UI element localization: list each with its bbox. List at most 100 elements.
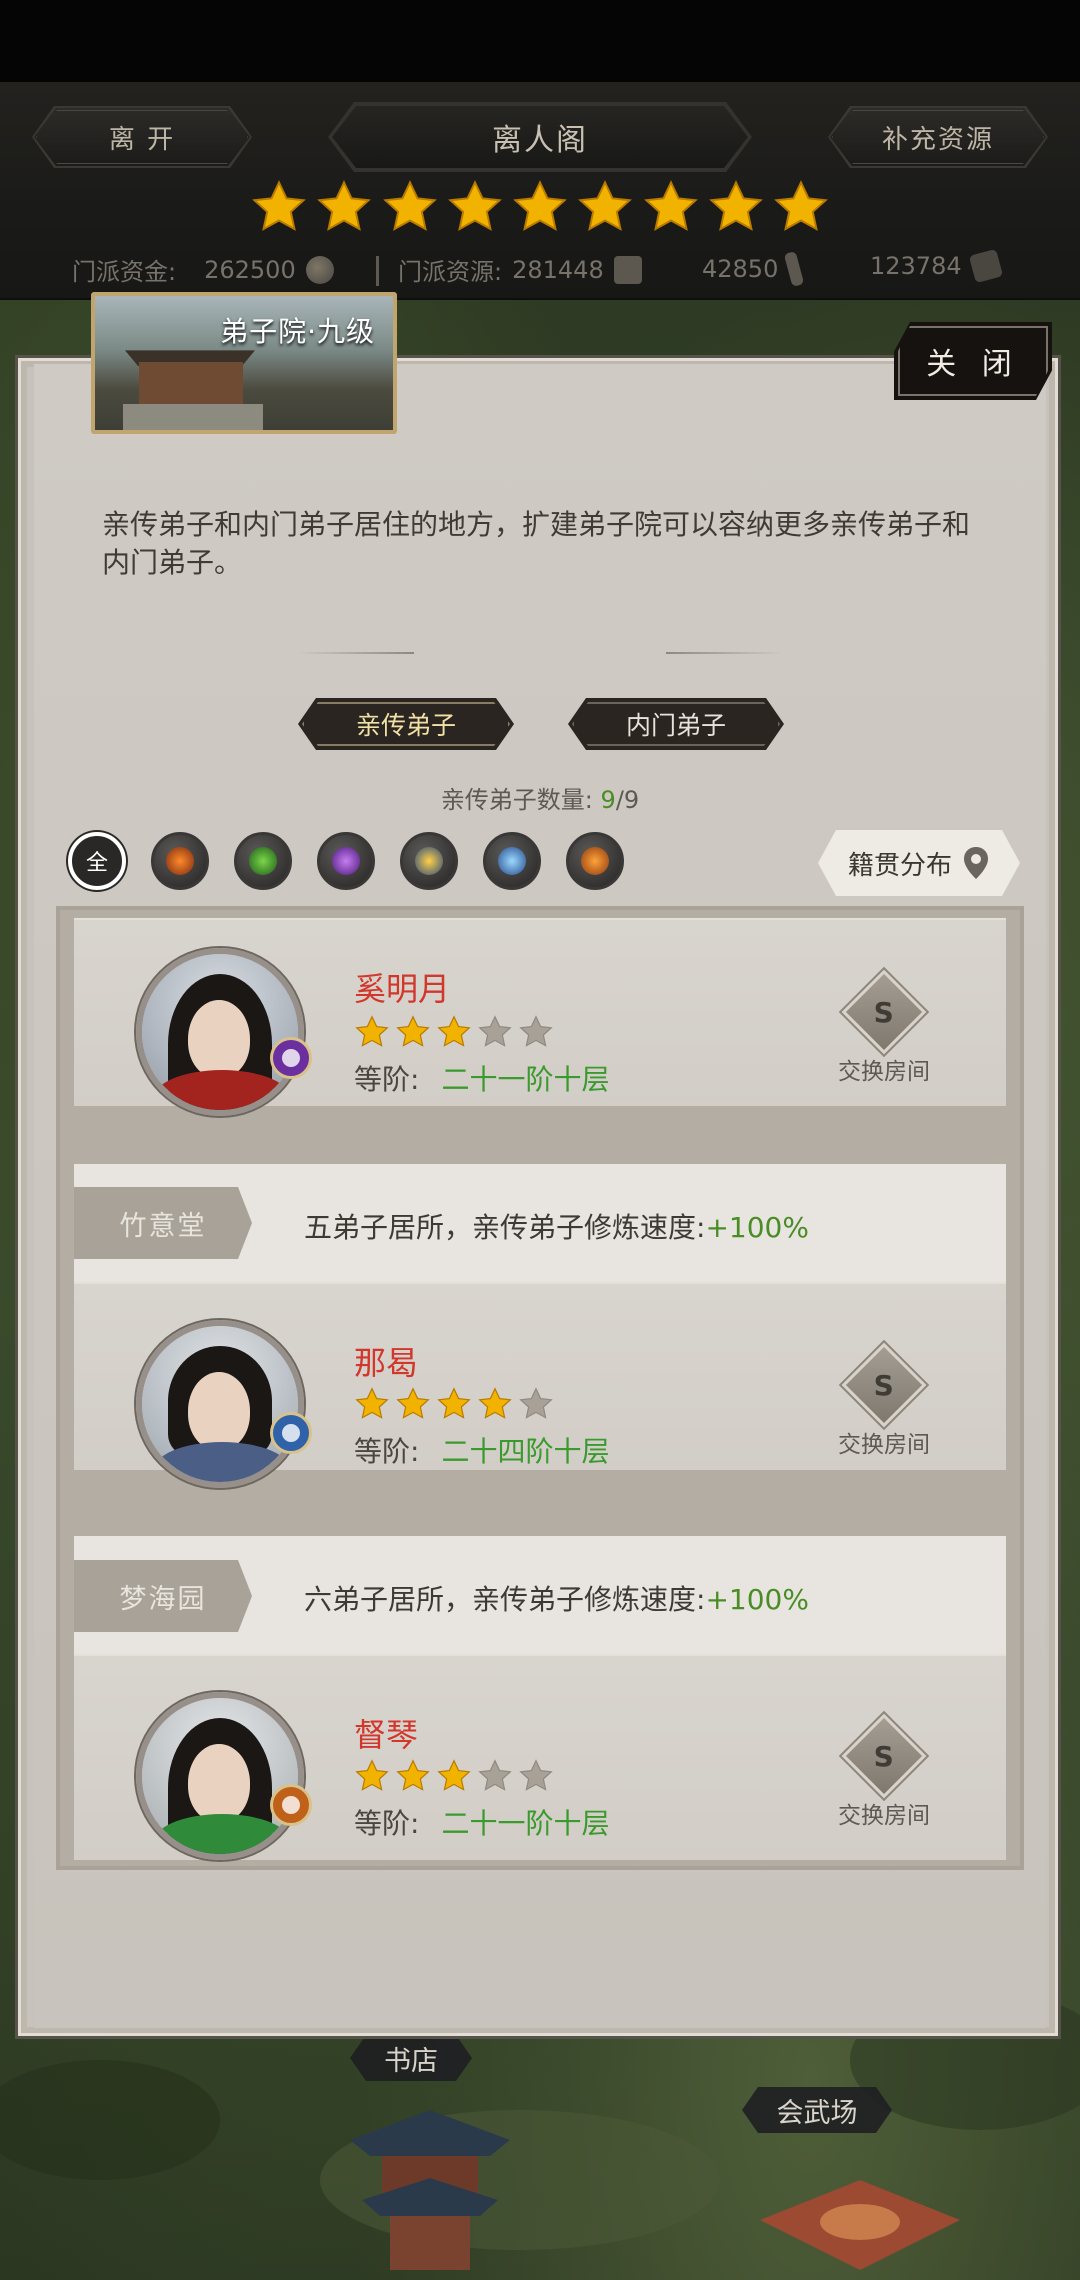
replenish-resources-button[interactable]: 补充资源 (830, 108, 1046, 166)
close-button[interactable]: 关 闭 (894, 322, 1052, 400)
swap-room-button[interactable]: S 交换房间 (832, 1713, 936, 1830)
room-description: 六弟子居所，亲传弟子修炼速度:+100% (304, 1578, 809, 1618)
poison-element-badge (270, 1037, 312, 1079)
sect-star-rating (250, 178, 830, 240)
badge-glyph (282, 1424, 300, 1442)
filter-fire-button[interactable] (151, 832, 209, 890)
star-filled-icon (437, 1759, 471, 1791)
star-filled-icon (774, 180, 828, 231)
disciple-avatar[interactable] (136, 948, 304, 1116)
filter-ice-button[interactable] (483, 832, 541, 890)
star-filled-icon (578, 180, 633, 231)
swap-room-button[interactable]: S 交换房间 (832, 1342, 936, 1459)
resources-label: 门派资源: (398, 258, 503, 286)
ice-sword-icon (498, 847, 526, 875)
arena-label[interactable]: 会武场 (742, 2087, 892, 2133)
origin-distribution-button[interactable]: 籍贯分布 (818, 830, 1020, 896)
swap-icon: S (841, 1342, 927, 1428)
fire-element-badge (270, 1784, 312, 1826)
filter-thunder-button[interactable] (400, 832, 458, 890)
rank-value: 二十一阶十层 (441, 1063, 610, 1096)
leave-label: 离 开 (108, 124, 176, 155)
filter-poison-button[interactable] (317, 832, 375, 890)
sect-resources: 门派资源: 281448 (398, 252, 642, 287)
star-filled-icon (437, 1387, 471, 1419)
close-label: 关 闭 (926, 347, 1020, 382)
filter-fire-orb-button[interactable] (566, 832, 624, 890)
tab-core-label: 亲传弟子 (355, 711, 456, 740)
room-name-tag: 梦海园 (74, 1560, 252, 1632)
wood-icon (784, 251, 805, 287)
sect-funds: 门派资金: 262500 (72, 252, 334, 287)
star-filled-icon (355, 1015, 389, 1047)
rank-value: 二十四阶十层 (441, 1435, 610, 1468)
building-card: 弟子院·九级 (91, 292, 397, 434)
res3-value: 42850 (702, 255, 779, 283)
swap-room-button[interactable]: S 交换房间 (832, 969, 936, 1086)
funds-label: 门派资金: (72, 258, 177, 286)
stone-icon (968, 248, 1003, 284)
disciple-rank: 等阶: 二十一阶十层 (354, 1058, 609, 1098)
building-title: 弟子院·九级 (220, 315, 375, 348)
fire-sword-icon (166, 847, 194, 875)
star-filled-icon (396, 1387, 430, 1419)
tab-core-disciples[interactable]: 亲传弟子 (298, 698, 514, 750)
bookstore-building[interactable] (340, 2100, 520, 2280)
arena-label-text: 会武场 (776, 2097, 858, 2129)
disciple-name: 那曷 (354, 1344, 419, 1382)
disciple-count: 亲传弟子数量: 9/9 (0, 780, 1080, 815)
rank-label: 等阶: (354, 1435, 420, 1468)
disciple-avatar[interactable] (136, 1692, 304, 1860)
swap-label: 交换房间 (838, 1432, 930, 1458)
disciple-name: 奚明月 (354, 970, 451, 1008)
disciple-star-rating (354, 1014, 554, 1050)
star-filled-icon (355, 1387, 389, 1419)
resource-four: 123784 (870, 248, 1003, 284)
disciple-name: 督琴 (354, 1716, 419, 1754)
building-description: 亲传弟子和内门弟子居住的地方，扩建弟子院可以容纳更多亲传弟子和内门弟子。 (102, 508, 971, 579)
badge-glyph (282, 1049, 300, 1067)
building-body (139, 362, 243, 406)
room-name: 梦海园 (119, 1583, 207, 1615)
swap-icon: S (841, 1713, 927, 1799)
resource-three: 42850 (702, 251, 805, 287)
star-filled-icon (513, 180, 567, 231)
rank-label: 等阶: (354, 1063, 420, 1096)
sect-title-text: 离人阁 (492, 123, 588, 158)
avatar-face (188, 1000, 250, 1078)
disciple-avatar[interactable] (136, 1320, 304, 1488)
star-empty-icon (478, 1015, 512, 1047)
element-filters: 全 (68, 832, 624, 890)
ice-element-badge (270, 1412, 312, 1454)
disciple-count-current: 9 (600, 786, 616, 814)
ore-icon (613, 255, 642, 284)
wind-blade-icon (249, 847, 277, 875)
thunder-mace-icon (415, 847, 443, 875)
avatar-face (188, 1744, 250, 1822)
star-filled-icon (447, 180, 502, 231)
resource-bar: 门派资金: 262500 门派资源: 281448 42850 123784 (0, 248, 1080, 296)
star-filled-icon (478, 1387, 512, 1419)
divider-right (666, 652, 782, 654)
room-name-tag: 竹意堂 (74, 1187, 252, 1259)
res4-value: 123784 (870, 252, 962, 280)
disciple-count-total: /9 (615, 786, 640, 814)
swap-icon: S (841, 969, 927, 1055)
filter-all-button[interactable]: 全 (68, 832, 126, 890)
fire-orb-icon (581, 847, 609, 875)
status-bar (0, 0, 1080, 82)
bookstore-label[interactable]: 书店 (350, 2035, 472, 2081)
star-filled-icon (643, 180, 698, 231)
star-empty-icon (519, 1015, 553, 1047)
star-empty-icon (478, 1759, 512, 1791)
filter-wind-button[interactable] (234, 832, 292, 890)
disciple-rank: 等阶: 二十一阶十层 (354, 1802, 609, 1842)
tab-inner-disciples[interactable]: 内门弟子 (568, 698, 784, 750)
filter-all-label: 全 (85, 851, 108, 876)
tab-inner-label: 内门弟子 (625, 711, 726, 740)
arena-building[interactable] (740, 2160, 980, 2280)
resources-value: 281448 (512, 255, 604, 284)
bookstore-label-text: 书店 (384, 2045, 438, 2077)
leave-button[interactable]: 离 开 (34, 108, 250, 166)
building-steps (123, 404, 263, 430)
